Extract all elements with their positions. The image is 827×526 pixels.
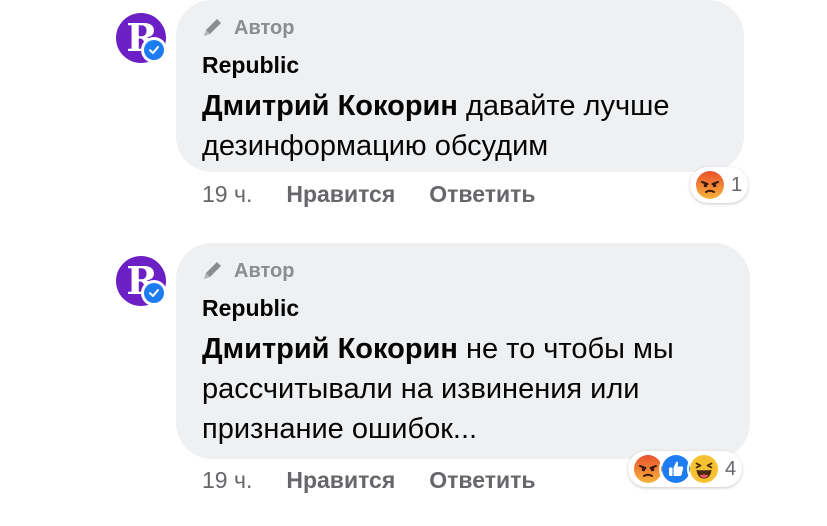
angry-icon [693,168,727,202]
commenter-name[interactable]: Republic [202,295,299,322]
author-badge-label: Автор [234,259,295,282]
mention-link[interactable]: Дмитрий Кокорин [202,333,458,365]
pencil-icon [204,262,221,279]
reactions-summary[interactable]: 1 [690,167,749,203]
comment-actions: 19 ч. Нравится Ответить [202,179,570,209]
comment-text: Дмитрий Кокорин не то чтобы мы рассчитыв… [202,329,732,449]
reaction-count: 4 [725,457,737,480]
reactions-summary[interactable]: 4 [628,451,743,487]
haha-icon [687,452,721,486]
pencil-icon [204,19,221,36]
comment-text: Дмитрий Кокорин давайте лучше дезинформа… [202,86,732,166]
verified-badge-icon [141,280,167,306]
author-badge: Автор [200,16,294,40]
reply-button[interactable]: Ответить [429,181,535,208]
reaction-count: 1 [731,173,743,196]
like-button[interactable]: Нравится [286,181,395,208]
timestamp[interactable]: 19 ч. [202,467,252,494]
comment-actions: 19 ч. Нравится Ответить [202,465,570,495]
like-button[interactable]: Нравится [286,467,395,494]
commenter-name[interactable]: Republic [202,52,299,79]
verified-badge-icon [141,37,167,63]
timestamp[interactable]: 19 ч. [202,181,252,208]
reply-button[interactable]: Ответить [429,467,535,494]
author-badge-label: Автор [234,16,295,39]
author-badge: Автор [200,259,294,283]
mention-link[interactable]: Дмитрий Кокорин [202,90,458,122]
